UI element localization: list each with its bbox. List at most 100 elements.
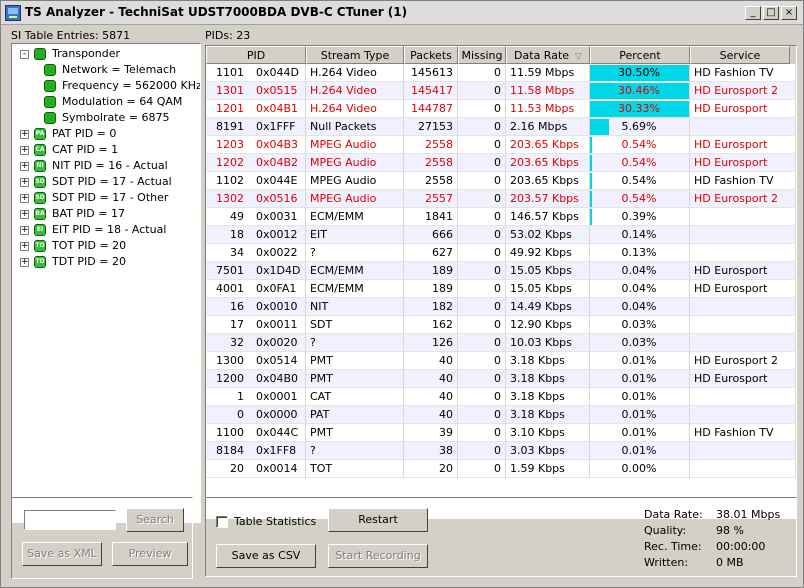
table-row[interactable]: 1203 0x04B3 MPEG Audio 2558 0 203.65 Kbps 0.54… bbox=[206, 136, 796, 154]
table-icon: EI bbox=[34, 224, 46, 236]
table-row[interactable]: 20 0x0014 TOT 20 0 1.59 Kbps 0.00% bbox=[206, 460, 796, 478]
close-button[interactable]: × bbox=[781, 6, 797, 20]
save-as-csv-button[interactable]: Save as CSV bbox=[216, 544, 316, 568]
expand-icon[interactable]: + bbox=[20, 130, 29, 139]
collapse-icon[interactable]: - bbox=[20, 50, 29, 59]
title-bar[interactable]: TS Analyzer - TechniSat UDST7000BDA DVB-… bbox=[1, 1, 803, 25]
preview-button[interactable]: Preview bbox=[112, 542, 188, 566]
pid-cell: 1200 0x04B0 bbox=[206, 370, 306, 388]
tree-node[interactable]: + NI NIT PID = 16 - Actual bbox=[12, 158, 200, 174]
stream-type-cell: MPEG Audio bbox=[306, 136, 404, 154]
pid-hex: 0x0516 bbox=[256, 192, 298, 205]
table-row[interactable]: 4001 0x0FA1 ECM/EMM 189 0 15.05 Kbps 0.04% HD E… bbox=[206, 280, 796, 298]
expand-icon[interactable]: + bbox=[20, 146, 29, 155]
percent-value: 0.03% bbox=[621, 336, 657, 349]
table-row[interactable]: 18 0x0012 EIT 666 0 53.02 Kbps 0.14% bbox=[206, 226, 796, 244]
table-row[interactable]: 1102 0x044E MPEG Audio 2558 0 203.65 Kbps 0.54… bbox=[206, 172, 796, 190]
search-button[interactable]: Search bbox=[126, 508, 184, 532]
tree-node[interactable]: + SD SDT PID = 17 - Actual bbox=[12, 174, 200, 190]
expand-icon[interactable]: + bbox=[20, 162, 29, 171]
table-row[interactable]: 1 0x0001 CAT 40 0 3.18 Kbps 0.01% bbox=[206, 388, 796, 406]
expand-icon[interactable]: + bbox=[20, 226, 29, 235]
percent-cell: 0.01% bbox=[590, 406, 690, 424]
tree-node[interactable]: + TD TDT PID = 20 bbox=[12, 254, 200, 270]
expand-icon[interactable]: + bbox=[20, 258, 29, 267]
packets-column-header[interactable]: Packets bbox=[404, 46, 458, 64]
percent-cell: 0.39% bbox=[590, 208, 690, 226]
percent-cell: 0.01% bbox=[590, 352, 690, 370]
restart-button[interactable]: Restart bbox=[328, 508, 428, 532]
tree-node[interactable]: + EI EIT PID = 18 - Actual bbox=[12, 222, 200, 238]
tree-node[interactable]: + SD SDT PID = 17 - Other bbox=[12, 190, 200, 206]
tree-node[interactable]: + BA BAT PID = 17 bbox=[12, 206, 200, 222]
table-row[interactable]: 32 0x0020? 126 0 10.03 Kbps 0.03% bbox=[206, 334, 796, 352]
table-row[interactable]: 1301 0x0515 H.264 Video 145417 0 11.58 Mbps 30… bbox=[206, 82, 796, 100]
service-cell: HD Eurosport bbox=[690, 154, 796, 172]
pid-cell: 1201 0x04B1 bbox=[206, 100, 306, 118]
tree-node[interactable]: Network = Telemach bbox=[12, 62, 200, 78]
expand-icon[interactable]: + bbox=[20, 178, 29, 187]
table-row[interactable]: 0 0x0000 PAT 40 0 3.18 Kbps 0.01% bbox=[206, 406, 796, 424]
expand-icon[interactable]: + bbox=[20, 242, 29, 251]
table-row[interactable]: 1302 0x0516 MPEG Audio 2557 0 203.57 Kbps 0.54… bbox=[206, 190, 796, 208]
maximize-button[interactable]: □ bbox=[763, 6, 779, 20]
pid-hex: 0x0514 bbox=[256, 354, 298, 367]
tree-node[interactable]: Frequency = 562000 KHz bbox=[12, 78, 200, 94]
expand-icon[interactable]: + bbox=[20, 194, 29, 203]
pids-panel: PIDs: 23 PID Stream Type Packets Missing Dat… bbox=[201, 29, 801, 585]
pid-hex: 0x1D4D bbox=[256, 264, 301, 277]
packets-cell: 182 bbox=[404, 298, 458, 316]
percent-value: 30.50% bbox=[618, 66, 660, 79]
tree-node[interactable]: - Transponder bbox=[12, 46, 200, 62]
table-row[interactable]: 1200 0x04B0 PMT 40 0 3.18 Kbps 0.01% HD Eurospo… bbox=[206, 370, 796, 388]
pid-column-header[interactable]: PID bbox=[206, 46, 306, 64]
table-row[interactable]: 1101 0x044D H.264 Video 145613 0 11.59 Mbps 30… bbox=[206, 64, 796, 82]
data-rate-column-header[interactable]: Data Rate ▽ bbox=[506, 46, 590, 64]
packets-cell: 666 bbox=[404, 226, 458, 244]
save-as-xml-button[interactable]: Save as XML bbox=[22, 542, 102, 566]
tree-node[interactable]: + TO TOT PID = 20 bbox=[12, 238, 200, 254]
table-statistics-checkbox[interactable] bbox=[216, 516, 228, 528]
tree-node[interactable]: Modulation = 64 QAM bbox=[12, 94, 200, 110]
expand-icon[interactable]: + bbox=[20, 210, 29, 219]
pid-cell: 1300 0x0514 bbox=[206, 352, 306, 370]
table-row[interactable]: 1202 0x04B2 MPEG Audio 2558 0 203.65 Kbps 0.54… bbox=[206, 154, 796, 172]
si-tree-view[interactable]: - Transponder Network = Telemach Frequency … bbox=[11, 43, 201, 523]
tree-node-label: Modulation = 64 QAM bbox=[62, 95, 183, 108]
tree-node[interactable]: + PA PAT PID = 0 bbox=[12, 126, 200, 142]
table-row[interactable]: 34 0x0022? 627 0 49.92 Kbps 0.13% bbox=[206, 244, 796, 262]
tree-node[interactable]: Symbolrate = 6875 bbox=[12, 110, 200, 126]
percent-cell: 0.54% bbox=[590, 154, 690, 172]
table-row[interactable]: 1201 0x04B1 H.264 Video 144787 0 11.53 Mbps 30… bbox=[206, 100, 796, 118]
data-rate-cell: 203.65 Kbps bbox=[506, 136, 590, 154]
table-row[interactable]: 49 0x0031 ECM/EMM 1841 0 146.57 Kbps 0.39% bbox=[206, 208, 796, 226]
missing-column-header[interactable]: Missing bbox=[458, 46, 506, 64]
stream-type-column-header[interactable]: Stream Type bbox=[306, 46, 404, 64]
stream-type-cell: PAT bbox=[306, 406, 404, 424]
stream-type-cell: H.264 Video bbox=[306, 100, 404, 118]
table-row[interactable]: 1100 0x044C PMT 39 0 3.10 Kbps 0.01% HD Fashion… bbox=[206, 424, 796, 442]
service-cell bbox=[690, 316, 796, 334]
table-row[interactable]: 16 0x0010 NIT 182 0 14.49 Kbps 0.04% bbox=[206, 298, 796, 316]
table-row[interactable]: 8191 0x1FFF Null Packets 27153 0 2.16 Mbps 5.6… bbox=[206, 118, 796, 136]
data-rate-cell: 11.53 Mbps bbox=[506, 100, 590, 118]
table-row[interactable]: 8184 0x1FF8? 38 0 3.03 Kbps 0.01% bbox=[206, 442, 796, 460]
start-recording-button[interactable]: Start Recording bbox=[328, 544, 428, 568]
missing-cell: 0 bbox=[458, 334, 506, 352]
tree-node[interactable]: + CA CAT PID = 1 bbox=[12, 142, 200, 158]
quality-label: Quality: bbox=[644, 524, 687, 537]
tree-node-label: Symbolrate = 6875 bbox=[62, 111, 170, 124]
service-cell bbox=[690, 388, 796, 406]
table-row[interactable]: 17 0x0011 SDT 162 0 12.90 Kbps 0.03% bbox=[206, 316, 796, 334]
pid-table[interactable]: PID Stream Type Packets Missing Data Rate ▽ Pe… bbox=[205, 45, 797, 519]
packets-cell: 40 bbox=[404, 352, 458, 370]
table-row[interactable]: 7501 0x1D4D ECM/EMM 189 0 15.05 Kbps 0.04% HD E… bbox=[206, 262, 796, 280]
table-row[interactable]: 1300 0x0514 PMT 40 0 3.18 Kbps 0.01% HD Eurospo… bbox=[206, 352, 796, 370]
search-input[interactable] bbox=[24, 510, 116, 530]
percent-value: 0.01% bbox=[621, 372, 657, 385]
percent-cell: 0.00% bbox=[590, 460, 690, 478]
percent-column-header[interactable]: Percent bbox=[590, 46, 690, 64]
service-column-header[interactable]: Service bbox=[690, 46, 790, 64]
window-title: TS Analyzer - TechniSat UDST7000BDA DVB-… bbox=[25, 5, 408, 19]
minimize-button[interactable]: _ bbox=[745, 6, 761, 20]
